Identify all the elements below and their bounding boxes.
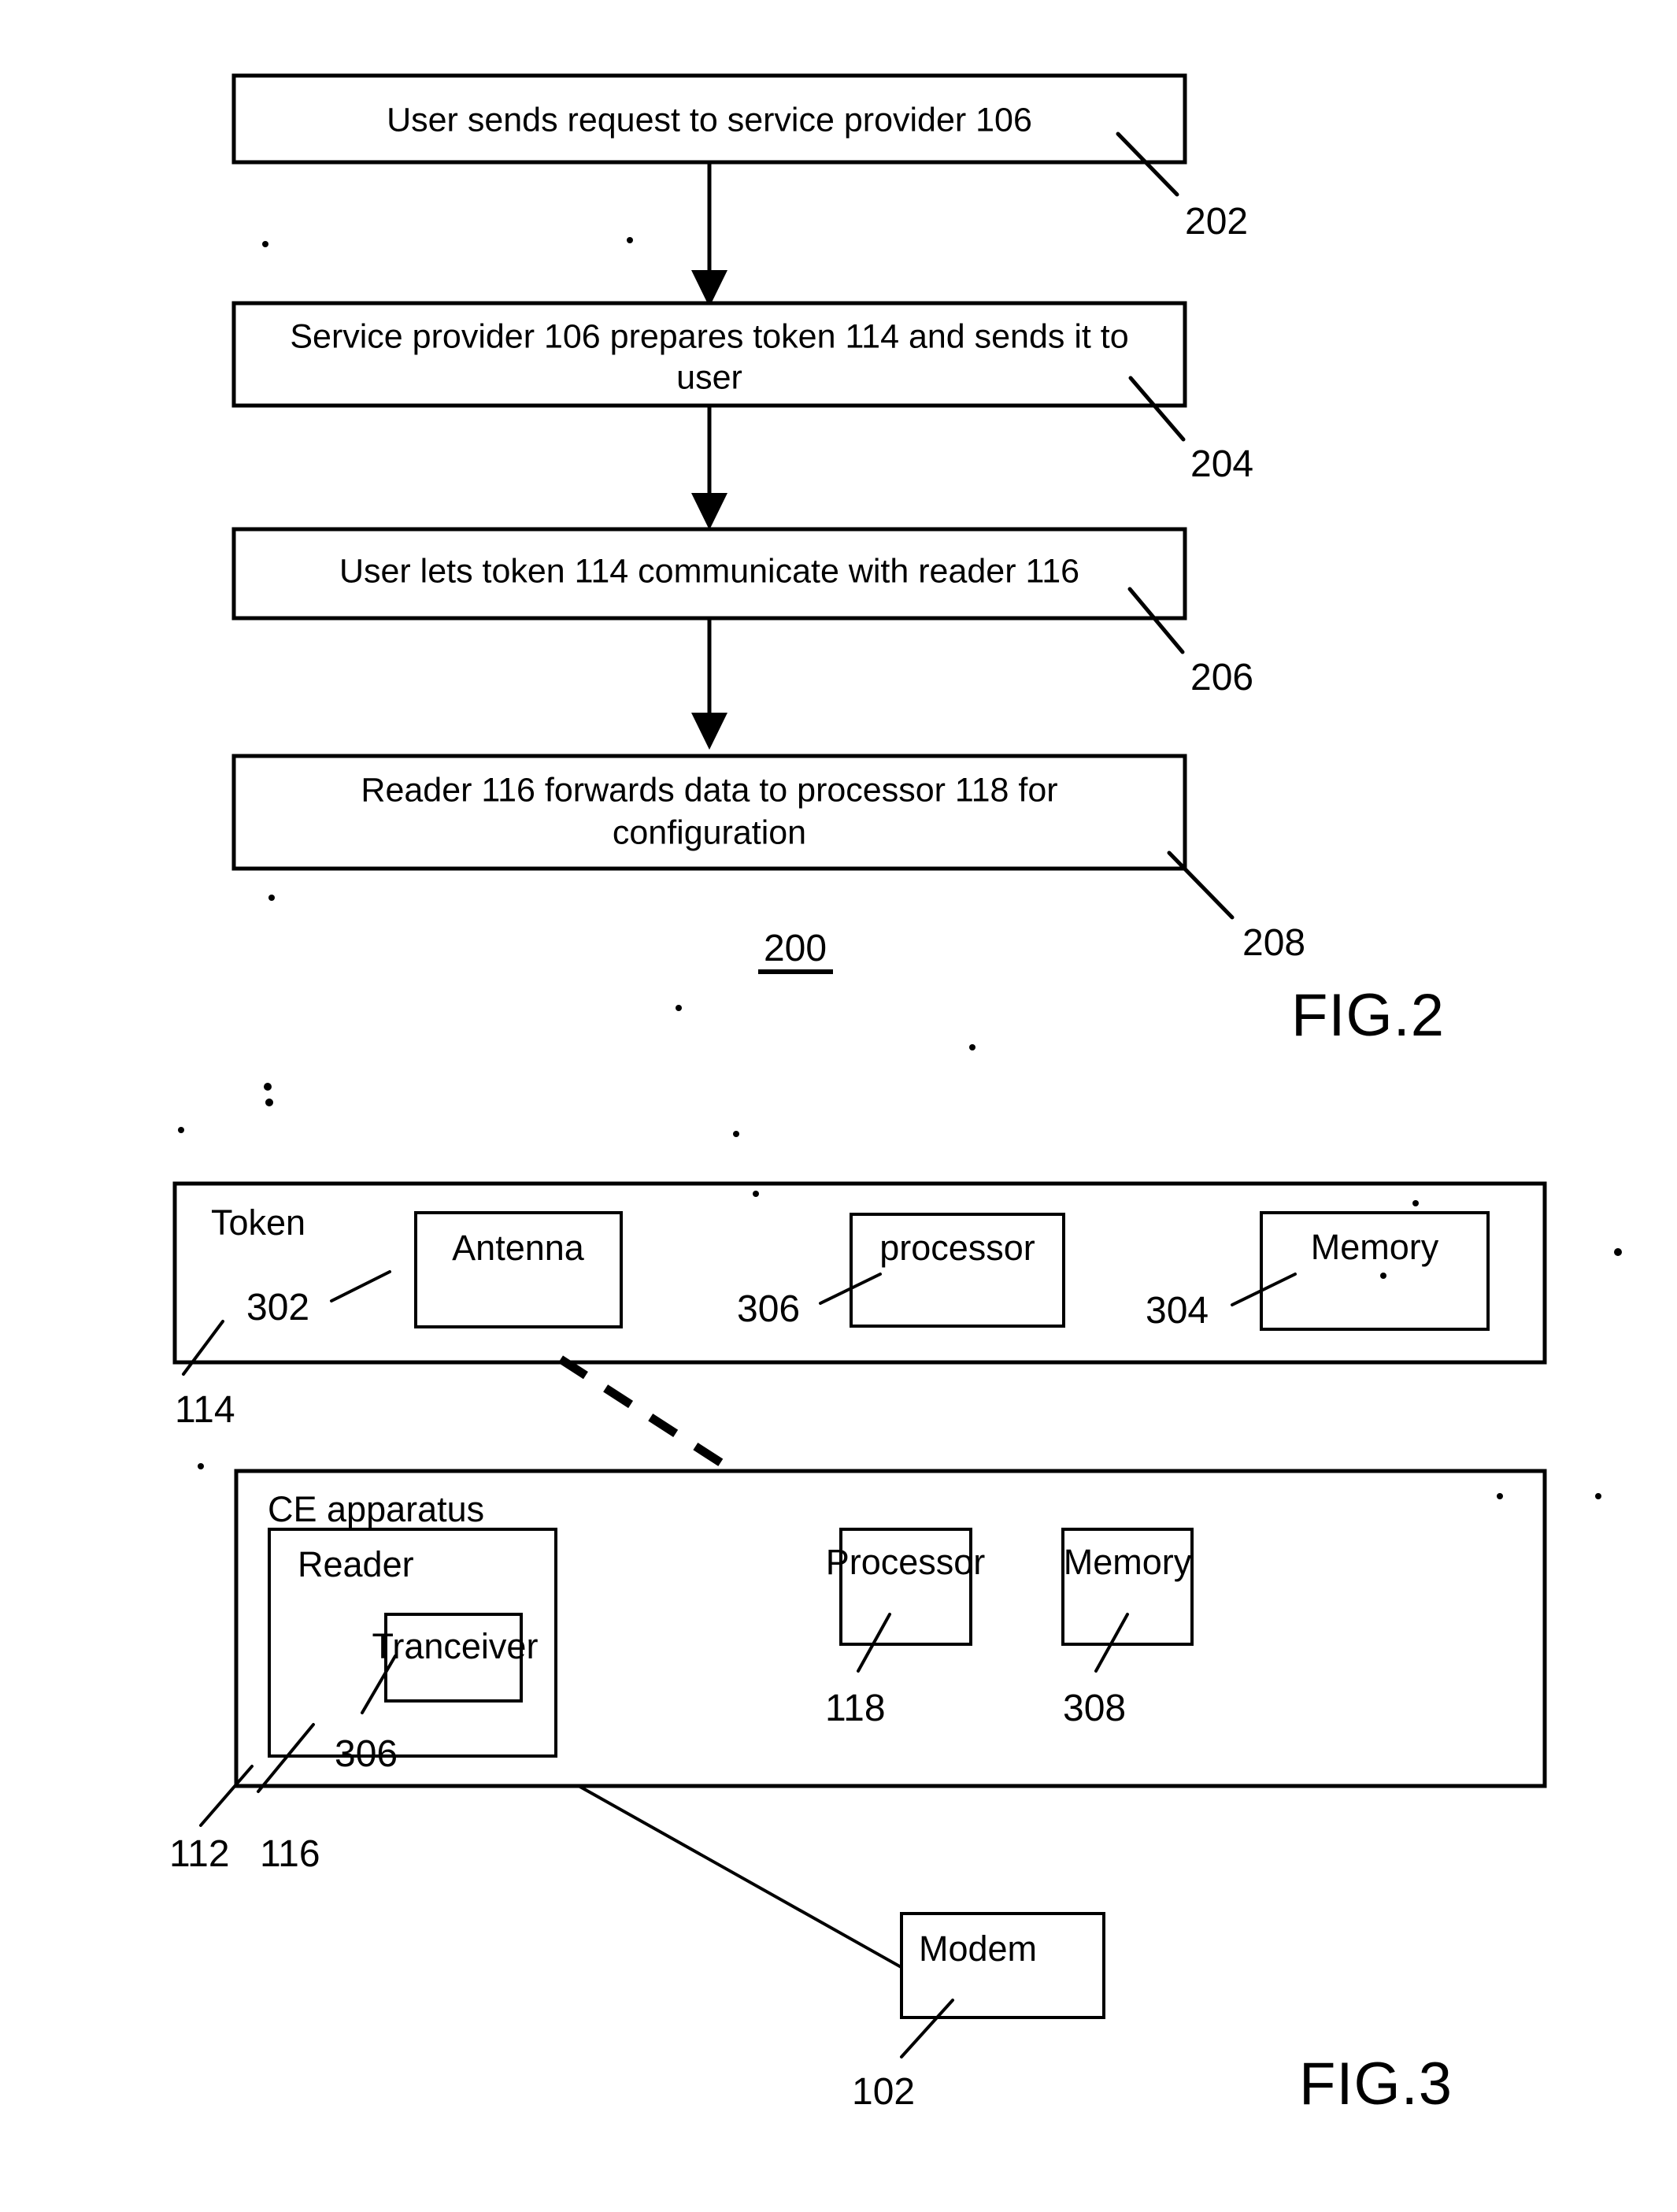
- token-processor-label: processor: [879, 1228, 1035, 1268]
- flow-step-206[interactable]: User lets token 114 communicate with rea…: [231, 527, 1253, 698]
- reader-title: Reader: [298, 1544, 414, 1584]
- figure-3-group: Token 114 Antenna 302 processor 306 Memo…: [169, 1181, 1622, 2118]
- flow-step-204-ref: 204: [1190, 443, 1253, 485]
- flow-step-202-ref: 202: [1185, 201, 1248, 243]
- scan-speck: [1497, 1493, 1503, 1499]
- scan-speck: [676, 1005, 682, 1011]
- token-memory-label: Memory: [1311, 1227, 1439, 1267]
- flow-step-204[interactable]: Service provider 106 prepares token 114 …: [231, 301, 1253, 485]
- ce-apparatus-container[interactable]: CE apparatus 112 Reader 116 Tranceiver 3…: [169, 1469, 1547, 1875]
- flow-arrow-206-208-head: [691, 713, 727, 750]
- token-memory-ref: 304: [1146, 1290, 1209, 1332]
- tranceiver-ref: 306: [335, 1733, 398, 1775]
- figure-3-caption: FIG.3: [1299, 2051, 1453, 2118]
- token-title: Token: [211, 1202, 305, 1243]
- flow-step-202[interactable]: User sends request to service provider 1…: [231, 73, 1248, 243]
- figure-2-group: User sends request to service provider 1…: [178, 73, 1445, 1137]
- flow-step-208-label-line2: configuration: [613, 813, 806, 851]
- token-container[interactable]: Token 114 Antenna 302 processor 306 Memo…: [172, 1181, 1547, 1431]
- ce-processor-ref: 118: [825, 1688, 886, 1729]
- scan-speck: [264, 1083, 272, 1091]
- modem-ref: 102: [852, 2071, 915, 2113]
- flow-step-204-label-line1: Service provider 106 prepares token 114 …: [290, 317, 1128, 355]
- antenna-ref: 302: [246, 1287, 309, 1328]
- rf-coupling-dashed-link: [558, 1355, 739, 1477]
- figures-canvas: User sends request to service provider 1…: [169, 73, 1622, 2118]
- scan-speck: [1614, 1248, 1622, 1256]
- scan-speck: [268, 895, 275, 901]
- ce-apparatus-title: CE apparatus: [268, 1489, 484, 1529]
- reader-container[interactable]: Reader 116 Tranceiver 306: [257, 1528, 557, 1875]
- flow-arrow-204-206-head: [691, 493, 727, 530]
- scan-speck: [733, 1131, 739, 1137]
- ce-memory-ref: 308: [1063, 1688, 1126, 1729]
- scan-speck: [265, 1099, 273, 1106]
- figure-2-caption: FIG.2: [1291, 982, 1445, 1049]
- scan-speck: [1412, 1200, 1419, 1206]
- scan-speck: [753, 1191, 759, 1197]
- fig2-diagram-ref: 200: [758, 928, 833, 974]
- ce-memory-label: Memory: [1064, 1542, 1192, 1582]
- flow-arrow-204-206: [691, 406, 727, 530]
- reader-ref: 116: [260, 1833, 320, 1875]
- scan-speck: [627, 237, 633, 243]
- antenna-label: Antenna: [452, 1228, 585, 1268]
- token-ref: 114: [175, 1389, 235, 1431]
- ce-processor-label: Processor: [826, 1542, 986, 1582]
- flow-arrow-202-204: [691, 162, 727, 307]
- scan-speck: [198, 1463, 204, 1469]
- modem-container[interactable]: Modem 102: [852, 1912, 1105, 2113]
- modem-label: Modem: [919, 1929, 1037, 1969]
- patent-drawing-sheet: User sends request to service provider 1…: [0, 0, 1677, 2212]
- flow-step-208-leader: [1167, 850, 1235, 920]
- token-processor-ref: 306: [737, 1288, 800, 1330]
- flow-step-208-label-line1: Reader 116 forwards data to processor 11…: [361, 771, 1057, 809]
- flow-step-204-label-line2: user: [676, 358, 742, 396]
- flow-arrow-206-208: [691, 618, 727, 750]
- flow-step-202-label: User sends request to service provider 1…: [387, 101, 1032, 139]
- ce-to-modem-connector: [577, 1784, 905, 1970]
- scan-speck: [969, 1044, 975, 1050]
- tranceiver-label: Tranceiver: [372, 1626, 539, 1666]
- scan-speck: [178, 1127, 184, 1133]
- scan-speck: [1380, 1273, 1386, 1279]
- flow-step-206-ref: 206: [1190, 657, 1253, 698]
- scan-speck: [1595, 1493, 1601, 1499]
- flow-step-206-label: User lets token 114 communicate with rea…: [339, 552, 1079, 590]
- scan-speck: [262, 241, 268, 247]
- ce-apparatus-ref-leader: [199, 1765, 254, 1827]
- flow-step-208-ref: 208: [1242, 922, 1305, 964]
- fig2-diagram-ref-label: 200: [764, 928, 827, 969]
- ce-apparatus-ref: 112: [169, 1833, 230, 1875]
